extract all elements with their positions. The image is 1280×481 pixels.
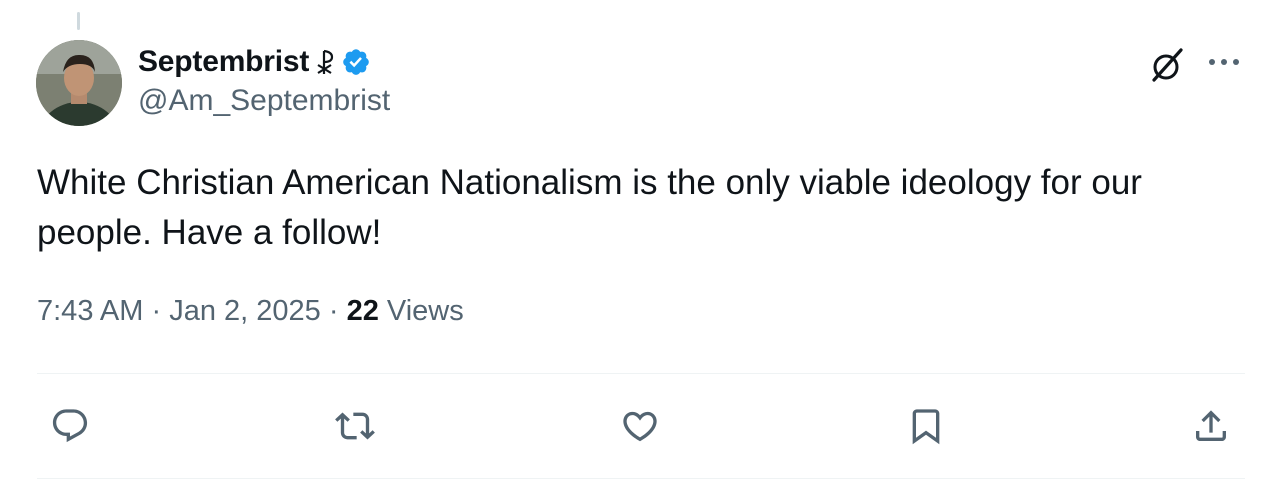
like-button[interactable]: [614, 400, 666, 452]
grok-button[interactable]: [1146, 44, 1188, 86]
avatar[interactable]: [36, 40, 122, 126]
bookmark-button[interactable]: [900, 400, 952, 452]
tweet-metadata: 7:43 AM · Jan 2, 2025 · 22 Views: [37, 295, 464, 328]
divider: [37, 373, 1245, 374]
meta-separator: ·: [151, 295, 162, 327]
tweet-time[interactable]: 7:43 AM: [37, 295, 143, 327]
views-count: 22: [346, 295, 379, 327]
heart-icon: [623, 411, 657, 442]
share-button[interactable]: [1185, 400, 1237, 452]
tweet-text: White Christian American Nationalism is …: [37, 163, 1142, 252]
more-dots-icon: [1209, 59, 1239, 65]
author-name-row[interactable]: Septembrist: [138, 42, 371, 82]
bookmark-icon: [912, 409, 940, 445]
display-name[interactable]: Septembrist: [138, 45, 309, 79]
chi-rho-icon: [315, 48, 335, 76]
author-handle[interactable]: @Am_Septembrist: [138, 84, 390, 118]
thread-connector-line: [77, 12, 80, 30]
grok-icon: [1152, 48, 1183, 82]
reply-button[interactable]: [44, 400, 96, 452]
meta-separator: ·: [328, 295, 339, 327]
repost-button[interactable]: [329, 400, 381, 452]
repost-icon: [335, 412, 375, 440]
bottom-divider: [37, 478, 1245, 479]
tweet-date[interactable]: Jan 2, 2025: [169, 295, 321, 327]
views-label: Views: [386, 295, 464, 327]
avatar-photo: [36, 40, 122, 126]
reply-icon: [52, 409, 88, 443]
share-icon: [1196, 410, 1226, 441]
verified-badge-icon[interactable]: [341, 47, 371, 77]
more-options-button[interactable]: [1202, 44, 1246, 80]
